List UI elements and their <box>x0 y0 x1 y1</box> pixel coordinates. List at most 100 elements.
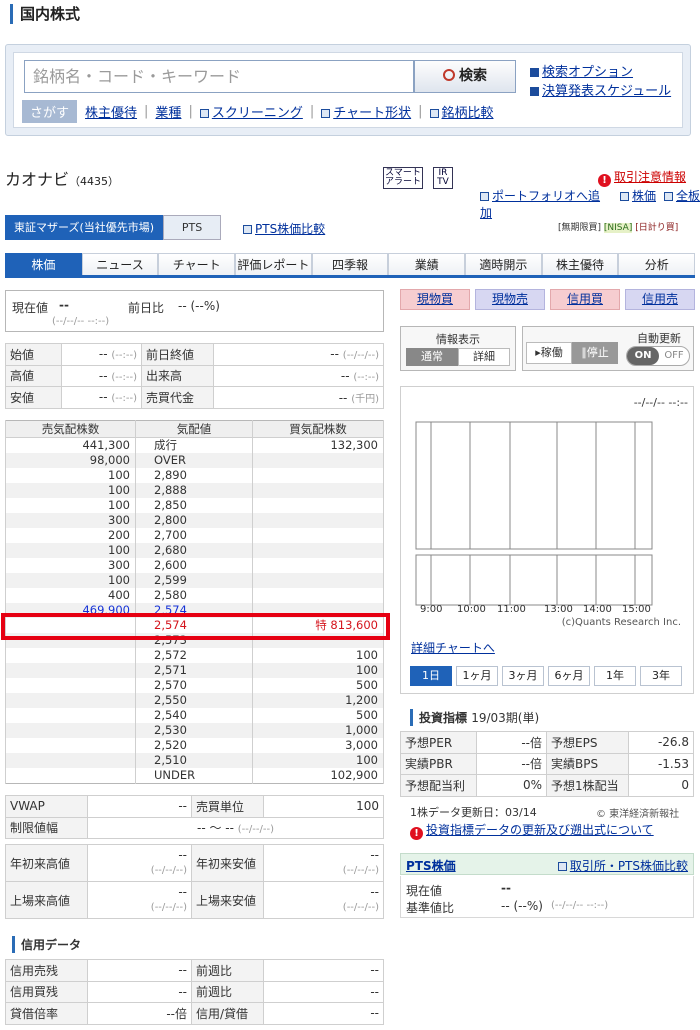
pts-compare-link2[interactable]: 取引所・PTS株価比較 <box>557 857 688 874</box>
ob-cell-price: 2,520 <box>135 738 253 753</box>
tab-market-primary[interactable]: 東証マザーズ(当社優先市場) <box>5 215 164 240</box>
kabuka-link[interactable]: 株価 <box>619 187 656 221</box>
pts-title[interactable]: PTS株価 <box>406 857 456 874</box>
auto-update-off: OFF <box>664 350 684 361</box>
margin-label: 前週比 <box>191 980 264 1003</box>
link-chart-shape[interactable]: チャート形状 <box>321 102 411 121</box>
ob-cell-buy <box>252 453 384 468</box>
period-6m[interactable]: 6ヶ月 <box>548 666 590 686</box>
ob-cell-sell: 300 <box>5 558 136 573</box>
ob-cell-price: 2,510 <box>135 753 253 768</box>
margin-value: --倍 <box>87 1002 192 1025</box>
ob-cell-sell: 300 <box>5 513 136 528</box>
ob-cell-sell: 100 <box>5 468 136 483</box>
hl-value: -- (--/--/--) <box>263 881 384 919</box>
ob-cell-sell <box>5 738 136 753</box>
search-input[interactable]: 銘柄名・コード・キーワード <box>24 60 414 93</box>
square-icon <box>530 87 539 96</box>
portfolio-link[interactable]: ポートフォリオへ追加 <box>480 187 612 221</box>
irtv-button[interactable]: IR TV <box>433 167 453 189</box>
auto-update-toggle[interactable]: ON OFF <box>626 346 690 366</box>
period-3m[interactable]: 3ヶ月 <box>502 666 544 686</box>
link-screening[interactable]: スクリーニング <box>199 102 303 121</box>
ob-cell-sell: 100 <box>5 543 136 558</box>
zenko-link[interactable]: 全板 <box>663 187 700 221</box>
tab-disclosure[interactable]: 適時開示 <box>465 253 542 275</box>
ob-cell-price: 2,571 <box>135 663 253 678</box>
link-yutai[interactable]: 株主優待 <box>85 102 137 121</box>
ob-cell-buy <box>252 543 384 558</box>
margin-value: -- <box>263 1002 384 1025</box>
ob-cell-sell: 200 <box>5 528 136 543</box>
indicators-period: 19/03期(単) <box>471 711 540 725</box>
search-options-link[interactable]: 検索オプション <box>530 61 633 80</box>
run-button[interactable]: ▸稼働 <box>526 342 572 364</box>
detail-view-button[interactable]: 詳細 <box>458 348 510 366</box>
hl-label: 年初来高値 <box>5 844 88 882</box>
tab-news[interactable]: ニュース <box>81 253 159 275</box>
ind-value: 0% <box>476 774 547 797</box>
ob-row: 100 2,890 <box>5 468 384 483</box>
stat-label: 高値 <box>5 364 62 387</box>
chart-svg <box>415 421 653 606</box>
tab-kabuka[interactable]: 株価 <box>5 253 82 275</box>
tab-report[interactable]: 評価レポート <box>235 253 312 275</box>
margin-title: 信用データ <box>12 936 81 953</box>
pts-price-label: 現在値 <box>406 884 443 898</box>
ob-row: 400 2,580 <box>5 588 384 603</box>
ob-cell-price: 2,888 <box>135 483 253 498</box>
search-icon <box>443 69 455 81</box>
period-1d[interactable]: 1日 <box>410 666 452 686</box>
hl-value: -- (--/--/--) <box>87 844 192 882</box>
link-compare[interactable]: 銘柄比較 <box>429 102 494 121</box>
margin-label: 信用/貸借 <box>191 1002 264 1025</box>
limit-value: -- 〜 -- (--/--/--) <box>87 816 384 839</box>
ob-row: 2,570 500 <box>5 678 384 693</box>
square-icon <box>530 68 539 77</box>
margin-label: 貸借倍率 <box>5 1002 88 1025</box>
link-gyoshu[interactable]: 業種 <box>155 102 181 121</box>
tab-shikiho[interactable]: 四季報 <box>311 253 389 275</box>
sell-margin-button[interactable]: 信用売 <box>625 289 695 310</box>
tab-yutai[interactable]: 株主優待 <box>541 253 619 275</box>
normal-view-button[interactable]: 通常 <box>406 348 458 366</box>
stat-label: 売買代金 <box>141 386 214 409</box>
ob-cell-buy <box>252 468 384 483</box>
unit-value: 100 <box>263 795 384 818</box>
caution-link[interactable]: ! 取引注意情報 <box>598 168 686 187</box>
ob-row: 2,540 500 <box>5 708 384 723</box>
sell-spot-button[interactable]: 現物売 <box>475 289 545 310</box>
period-3y[interactable]: 3年 <box>640 666 682 686</box>
window-icon <box>429 108 439 118</box>
buy-spot-button[interactable]: 現物買 <box>400 289 470 310</box>
tab-market-pts[interactable]: PTS <box>163 215 222 240</box>
earnings-schedule-link[interactable]: 決算発表スケジュール <box>530 80 671 99</box>
detail-chart-link[interactable]: 詳細チャートへ <box>411 639 495 656</box>
portfolio-icon <box>480 192 489 201</box>
tab-analysis[interactable]: 分析 <box>618 253 696 275</box>
search-button[interactable]: 検索 <box>414 60 516 93</box>
buy-margin-button[interactable]: 信用買 <box>550 289 620 310</box>
stop-button[interactable]: ∥停止 <box>572 342 618 364</box>
period-1m[interactable]: 1ヶ月 <box>456 666 498 686</box>
stock-code: （4435） <box>69 175 120 188</box>
change-label: 前日比 <box>128 301 165 315</box>
ob-cell-price: 2,540 <box>135 708 253 723</box>
period-1y[interactable]: 1年 <box>594 666 636 686</box>
indicators-update: 1株データ更新日：03/14 <box>410 806 537 819</box>
time-tick: 9:00 <box>420 604 443 615</box>
smart-alert-button[interactable]: スマート アラート <box>383 167 423 189</box>
tab-chart[interactable]: チャート <box>158 253 236 275</box>
ob-cell-buy: 500 <box>252 708 384 723</box>
stat-label: 出来高 <box>141 364 214 387</box>
pts-compare-link[interactable]: PTS株価比較 <box>243 220 325 237</box>
ind-label: 予想配当利 <box>400 774 477 797</box>
ind-value: -1.53 <box>628 752 694 775</box>
ob-row: 2,530 1,000 <box>5 723 384 738</box>
ob-cell-buy: 3,000 <box>252 738 384 753</box>
indicators-notice-link[interactable]: ! 投資指標データの更新及び遡出式について <box>410 821 654 840</box>
tab-gyoseki[interactable]: 業績 <box>388 253 466 275</box>
change-value: -- (--%) <box>178 299 220 313</box>
alert-icon: ! <box>598 174 611 187</box>
ob-cell-price: 2,890 <box>135 468 253 483</box>
